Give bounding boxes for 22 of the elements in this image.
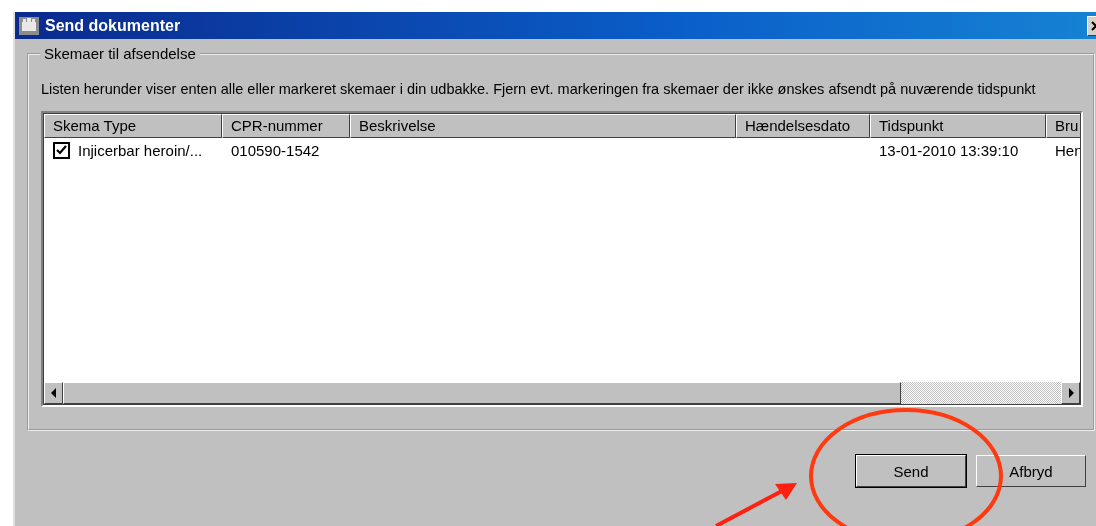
group-title: Skemaer til afsendelse <box>43 45 197 62</box>
cancel-button[interactable]: Afbryd <box>976 455 1086 487</box>
scroll-left-button[interactable] <box>44 382 63 404</box>
column-header[interactable]: Tidspunkt <box>870 114 1046 138</box>
scrollbar-thumb[interactable] <box>63 382 901 404</box>
column-header[interactable]: CPR-nummer <box>222 114 350 138</box>
column-header[interactable]: Skema Type <box>44 114 222 138</box>
table-cell: Injicerbar heroin/... <box>78 141 203 159</box>
horizontal-scrollbar[interactable] <box>44 382 1080 404</box>
column-header[interactable]: Beskrivelse <box>350 114 736 138</box>
right-arrow-icon <box>1067 388 1074 398</box>
table-cell: 010590-1542 <box>231 141 320 159</box>
send-button[interactable]: Send <box>856 455 966 487</box>
window-title: Send dokumenter <box>45 16 181 35</box>
table-cell: 13-01-2010 13:39:10 <box>879 141 1019 159</box>
column-header[interactable]: Hændelsesdato <box>736 114 870 138</box>
column-header[interactable]: Bru <box>1046 114 1081 138</box>
app-icon <box>19 16 39 35</box>
left-arrow-icon <box>50 388 57 398</box>
scroll-right-button[interactable] <box>1061 382 1080 404</box>
description-text: Listen herunder viser enten alle eller markeret skemaer i din udbakke. Fjern evt. markeringen fra skemaer der ikke ønskes afsendt på nuværende tidspunkt <box>41 80 1037 98</box>
checkbox[interactable] <box>53 141 70 159</box>
